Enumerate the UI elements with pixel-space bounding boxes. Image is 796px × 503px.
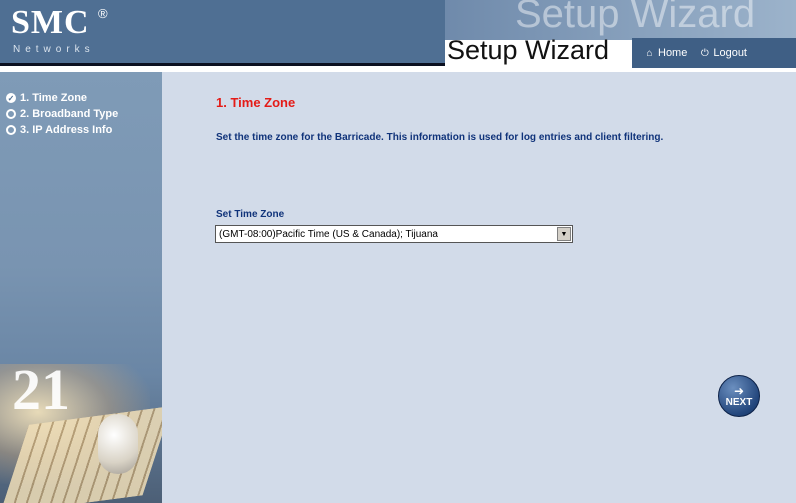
page-title: 1. Time Zone <box>216 95 296 110</box>
step-label: 2. Broadband Type <box>20 108 119 120</box>
logout-link-label: Logout <box>713 47 747 59</box>
chevron-down-icon[interactable]: ▼ <box>557 227 571 241</box>
header: SMC ® Networks Setup Wizard Setup Wizard… <box>0 0 796 72</box>
step-check-icon: ✓ <box>6 93 16 103</box>
page-header-title: Setup Wizard <box>447 35 610 65</box>
step-radio-icon <box>6 125 16 135</box>
home-link-label: Home <box>658 47 688 59</box>
logout-icon: ⏻ <box>700 47 709 59</box>
logo-area: SMC ® Networks <box>0 0 445 66</box>
step-label: 1. Time Zone <box>20 92 88 104</box>
step-ip-address-info[interactable]: 3. IP Address Info <box>6 122 118 138</box>
step-label: 3. IP Address Info <box>20 124 113 136</box>
home-link[interactable]: ⌂ Home <box>644 47 687 59</box>
next-button-label: NEXT <box>725 396 753 408</box>
registered-mark: ® <box>98 6 108 21</box>
banner-graphic: Setup Wizard <box>445 0 796 40</box>
page-description: Set the time zone for the Barricade. Thi… <box>216 132 664 143</box>
time-zone-select[interactable]: (GMT-08:00)Pacific Time (US & Canada); T… <box>215 225 573 243</box>
banner-ghost-text: Setup Wizard <box>515 0 756 36</box>
setup-wizard-window: SMC ® Networks Setup Wizard Setup Wizard… <box>0 0 796 503</box>
home-icon: ⌂ <box>646 47 653 59</box>
decorative-keyboard-photo: 21 <box>0 354 162 503</box>
next-button[interactable]: ➜ NEXT <box>718 375 760 417</box>
step-radio-icon <box>6 109 16 119</box>
step-time-zone[interactable]: ✓ 1. Time Zone <box>6 90 118 106</box>
wizard-steps: ✓ 1. Time Zone 2. Broadband Type 3. IP A… <box>6 90 118 138</box>
next-arrow-icon: ➜ <box>733 383 745 398</box>
time-zone-selected-value: (GMT-08:00)Pacific Time (US & Canada); T… <box>219 228 438 240</box>
logo-subtitle: Networks <box>13 44 95 55</box>
photo-number: 21 <box>12 357 70 422</box>
time-zone-label: Set Time Zone <box>216 209 285 220</box>
step-broadband-type[interactable]: 2. Broadband Type <box>6 106 118 122</box>
sidebar: ✓ 1. Time Zone 2. Broadband Type 3. IP A… <box>0 72 162 503</box>
header-nav: ⌂ Home ⏻ Logout <box>632 38 796 68</box>
mouse-image <box>98 414 138 474</box>
logout-link[interactable]: ⏻ Logout <box>699 47 747 59</box>
main-content: 1. Time Zone Set the time zone for the B… <box>162 72 796 503</box>
smc-logo: SMC <box>11 4 90 41</box>
